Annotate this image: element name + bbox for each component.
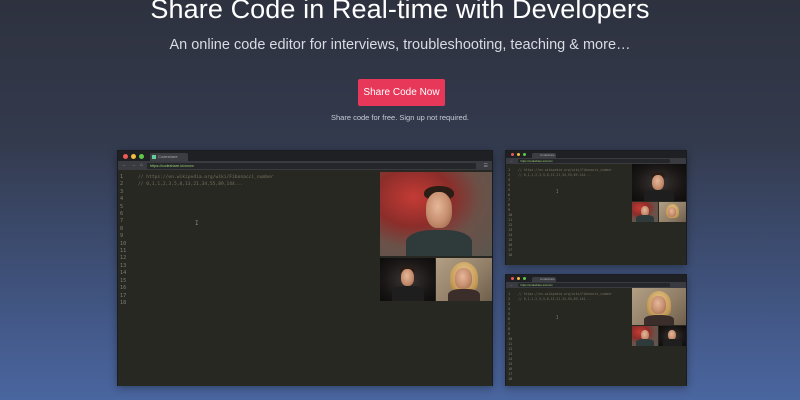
browser-tab[interactable]: Codeshare bbox=[532, 277, 556, 282]
line-number: 18 bbox=[508, 377, 513, 381]
tab-label: Codeshare bbox=[540, 153, 555, 157]
close-window-button[interactable] bbox=[511, 277, 514, 280]
video-feed-participant-1 bbox=[632, 326, 658, 346]
line-number: 17 bbox=[120, 292, 127, 299]
minimize-window-button[interactable] bbox=[131, 153, 136, 159]
tab-label: Codeshare bbox=[540, 277, 555, 281]
line-number: 16 bbox=[120, 285, 127, 292]
video-feed-participant-1 bbox=[380, 258, 435, 301]
line-number: 7 bbox=[120, 218, 124, 225]
maximize-window-button[interactable] bbox=[523, 277, 526, 280]
code-editor[interactable]: 1 2 3 4 5 6 7 8 9 10 11 12 13 14 15 16 17 18 // https://e… bbox=[506, 164, 686, 265]
back-arrow-icon[interactable]: ← bbox=[122, 161, 127, 170]
forward-arrow-icon[interactable]: → bbox=[131, 161, 136, 170]
line-number: 4 bbox=[120, 196, 124, 203]
code-content[interactable]: // https://en.wikipedia.org/wiki/Fibonac… bbox=[518, 292, 612, 302]
line-number: 18 bbox=[508, 253, 513, 257]
main-browser-window: Codeshare ← → ⌂ https://codeshare.io/xxx… bbox=[117, 150, 493, 386]
line-number: 6 bbox=[120, 211, 124, 218]
code-editor[interactable]: 1 2 3 4 5 6 7 8 9 10 11 12 13 14 15 16 17 18 // https://e… bbox=[506, 288, 686, 386]
share-code-now-button[interactable]: Share Code Now bbox=[358, 79, 445, 106]
tab-label: Codeshare bbox=[158, 154, 178, 159]
line-number: 5 bbox=[120, 203, 124, 210]
line-number: 18 bbox=[120, 299, 127, 306]
hamburger-menu-icon[interactable]: ☰ bbox=[484, 163, 488, 169]
video-feed-main bbox=[380, 172, 492, 256]
address-input[interactable]: https://codeshare.io/xxxxx bbox=[517, 159, 670, 163]
video-feed-main bbox=[632, 288, 686, 325]
code-line[interactable]: // https://en.wikipedia.org/wiki/Fibonac… bbox=[138, 174, 274, 181]
line-number: 10 bbox=[120, 240, 127, 247]
text-cursor-icon: I bbox=[556, 315, 559, 320]
line-number-gutter: 1 2 3 4 5 6 7 8 9 10 11 12 13 14 15 16 17 18 bbox=[508, 168, 512, 258]
maximize-window-button[interactable] bbox=[139, 153, 144, 159]
close-window-button[interactable] bbox=[511, 153, 514, 156]
line-number: 2 bbox=[120, 181, 124, 188]
window-controls bbox=[123, 153, 144, 159]
address-input[interactable]: https://codeshare.io/xxxxx bbox=[147, 162, 476, 169]
video-feed-participant-1 bbox=[632, 202, 658, 222]
code-line[interactable]: // 0,1,1,2,3,5,8,13,21,34,55,89,144... bbox=[518, 173, 612, 178]
line-number: 15 bbox=[120, 277, 127, 284]
minimize-window-button[interactable] bbox=[517, 277, 520, 280]
line-number: 3 bbox=[120, 188, 124, 195]
hero-subtitle: An online code editor for interviews, tr… bbox=[169, 37, 631, 53]
line-number: 1 bbox=[120, 174, 124, 180]
code-line[interactable]: // 0,1,1,2,3,5,8,13,21,34,55,89,144... bbox=[518, 297, 612, 302]
close-window-button[interactable] bbox=[123, 153, 128, 159]
tab-bar: Codeshare bbox=[506, 151, 686, 158]
hero-title: Share Code in Real-time with Developers bbox=[150, 0, 650, 24]
line-number: 11 bbox=[120, 248, 127, 255]
line-number: 14 bbox=[120, 270, 127, 277]
video-feed-participant-2 bbox=[436, 258, 492, 301]
video-feed-participant-2 bbox=[659, 326, 686, 346]
home-icon[interactable]: ⌂ bbox=[140, 161, 143, 170]
browser-tab[interactable]: Codeshare bbox=[532, 153, 556, 158]
video-feed-participant-2 bbox=[659, 202, 686, 222]
line-number-gutter: 1 2 3 4 5 6 7 8 9 10 11 12 13 14 15 16 17 18 bbox=[508, 292, 512, 382]
secondary-browser-window-top: Codeshare ← https://codeshare.io/xxxxx 1… bbox=[505, 150, 687, 265]
line-number: 13 bbox=[120, 262, 127, 269]
tab-bar: Codeshare bbox=[506, 275, 686, 282]
browser-tab[interactable]: Codeshare bbox=[150, 153, 188, 161]
code-content[interactable]: // https://en.wikipedia.org/wiki/Fibonac… bbox=[138, 174, 274, 189]
minimize-window-button[interactable] bbox=[517, 153, 520, 156]
text-cursor-icon: I bbox=[195, 220, 199, 227]
favicon-icon bbox=[152, 155, 156, 159]
line-number: 8 bbox=[120, 225, 124, 232]
code-editor[interactable]: 1 2 3 4 5 6 7 8 9 10 11 12 13 14 15 16 17 18 // https://e… bbox=[118, 170, 492, 386]
secondary-browser-window-bottom: Codeshare ← https://codeshare.io/xxxxx 1… bbox=[505, 274, 687, 386]
window-controls bbox=[511, 277, 526, 280]
tab-bar: Codeshare bbox=[118, 151, 492, 161]
line-number: 9 bbox=[120, 233, 124, 240]
line-number: 12 bbox=[120, 255, 127, 262]
url-bar: ← → ⌂ https://codeshare.io/xxxxx ☰ bbox=[118, 161, 492, 170]
text-cursor-icon: I bbox=[556, 189, 559, 194]
cta-note: Share code for free. Sign up not require… bbox=[330, 113, 469, 122]
code-line[interactable]: // 0,1,1,2,3,5,8,13,21,34,55,89,144... bbox=[138, 181, 274, 188]
code-content[interactable]: // https://en.wikipedia.org/wiki/Fibonac… bbox=[518, 168, 612, 178]
window-controls bbox=[511, 153, 526, 156]
line-number-gutter: 1 2 3 4 5 6 7 8 9 10 11 12 13 14 15 16 17 18 bbox=[120, 174, 126, 307]
video-feed-main bbox=[632, 164, 686, 201]
maximize-window-button[interactable] bbox=[523, 153, 526, 156]
address-input[interactable]: https://codeshare.io/xxxxx bbox=[517, 283, 670, 287]
